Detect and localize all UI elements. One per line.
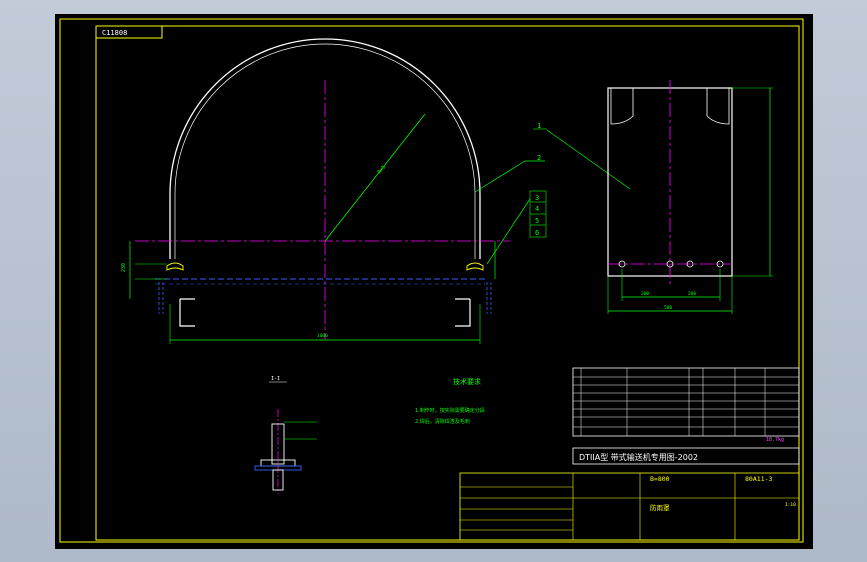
left-bracket-hidden bbox=[158, 282, 164, 314]
right-bracket-hidden bbox=[486, 282, 492, 314]
balloon-2: 2 bbox=[537, 154, 541, 162]
title-block: DTIIA型 带式输送机专用图-2002 B=800 80A11-3 防雨罩 1… bbox=[459, 447, 800, 541]
balloon-6: 6 bbox=[535, 229, 539, 237]
scale: 1:10 bbox=[785, 502, 796, 508]
leader-2 bbox=[474, 160, 526, 193]
inner-frame bbox=[95, 25, 800, 541]
overall-dim-label: 580 bbox=[664, 305, 672, 311]
side-view: 200 200 580 bbox=[607, 80, 773, 314]
right-clip bbox=[466, 262, 484, 271]
left-clip bbox=[166, 262, 184, 271]
part-name: 防雨罩 bbox=[650, 503, 670, 512]
drawing-tag: C11808 bbox=[102, 29, 127, 37]
base-dim-b: 200 bbox=[688, 291, 696, 297]
tech-title: 技术要求 bbox=[453, 377, 481, 386]
balloon-5: 5 bbox=[535, 217, 539, 225]
radius-label: R=5 bbox=[377, 164, 387, 175]
leader-1 bbox=[546, 129, 631, 190]
balloon-3: 3 bbox=[535, 194, 539, 202]
section-detail: I-I bbox=[254, 376, 317, 494]
outer-frame bbox=[59, 18, 804, 543]
balloon-4: 4 bbox=[535, 205, 539, 213]
balloon-group: 1 2 3 4 5 6 bbox=[529, 122, 631, 238]
front-view: R=5 230 1000 bbox=[121, 38, 545, 344]
side-left-bevel bbox=[610, 88, 634, 125]
left-channel bbox=[179, 298, 195, 327]
total-weight: 18.7kg bbox=[766, 437, 784, 443]
left-height-label: 230 bbox=[121, 263, 127, 272]
side-right-bevel bbox=[706, 88, 730, 125]
drawing-no: 80A11-3 bbox=[745, 475, 772, 483]
cad-viewport[interactable]: C11808 R=5 230 1000 1 2 3 4 5 6 200 200 … bbox=[55, 14, 813, 549]
title-main: DTIIA型 带式输送机专用图-2002 bbox=[579, 452, 698, 462]
tech-requirements: 技术要求 1.制作时，按实际需要确定分段 2.焊后，清除焊渣及毛刺 bbox=[415, 377, 485, 425]
section-label: I-I bbox=[271, 376, 280, 382]
drawing-canvas: C11808 R=5 230 1000 1 2 3 4 5 6 200 200 … bbox=[59, 18, 804, 543]
radius-line bbox=[324, 113, 426, 242]
width-dim-label: 1000 bbox=[317, 333, 328, 339]
base-dim-a: 200 bbox=[641, 291, 649, 297]
tech-line-2: 2.焊后，清除焊渣及毛刺 bbox=[415, 418, 470, 425]
parts-list: 18.7kg bbox=[572, 367, 800, 443]
belt-width: B=800 bbox=[650, 475, 670, 483]
tech-line-1: 1.制作时，按实际需要确定分段 bbox=[415, 407, 485, 414]
right-channel bbox=[455, 298, 471, 327]
leader-3 bbox=[486, 198, 531, 265]
